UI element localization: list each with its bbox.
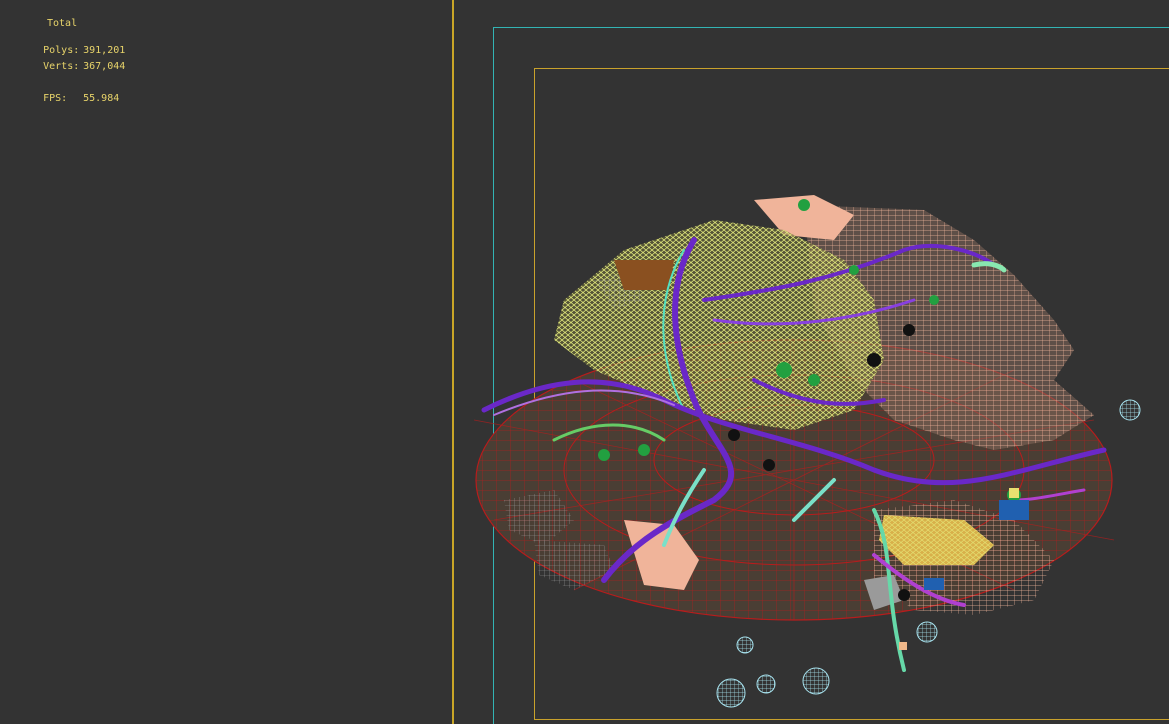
fps-row: FPS: 55.984 xyxy=(7,82,119,115)
verts-label: Verts: xyxy=(43,61,80,72)
statistics-overlay: ...... .... Total Polys:391,201 Verts:36… xyxy=(0,0,452,110)
stats-panel: ...... .... Total Polys:391,201 Verts:36… xyxy=(0,0,452,724)
verts-value: 367,044 xyxy=(83,61,126,72)
total-column-header: Total xyxy=(47,18,78,29)
verts-row: Verts: 367,044 xyxy=(7,50,125,83)
fps-value: 55.984 xyxy=(83,93,120,104)
terrain-wireframe-model[interactable] xyxy=(454,0,1169,724)
clipped-header-text: ...... .... xyxy=(102,0,179,1)
fps-label: FPS: xyxy=(43,93,68,104)
perspective-viewport[interactable] xyxy=(454,0,1169,724)
